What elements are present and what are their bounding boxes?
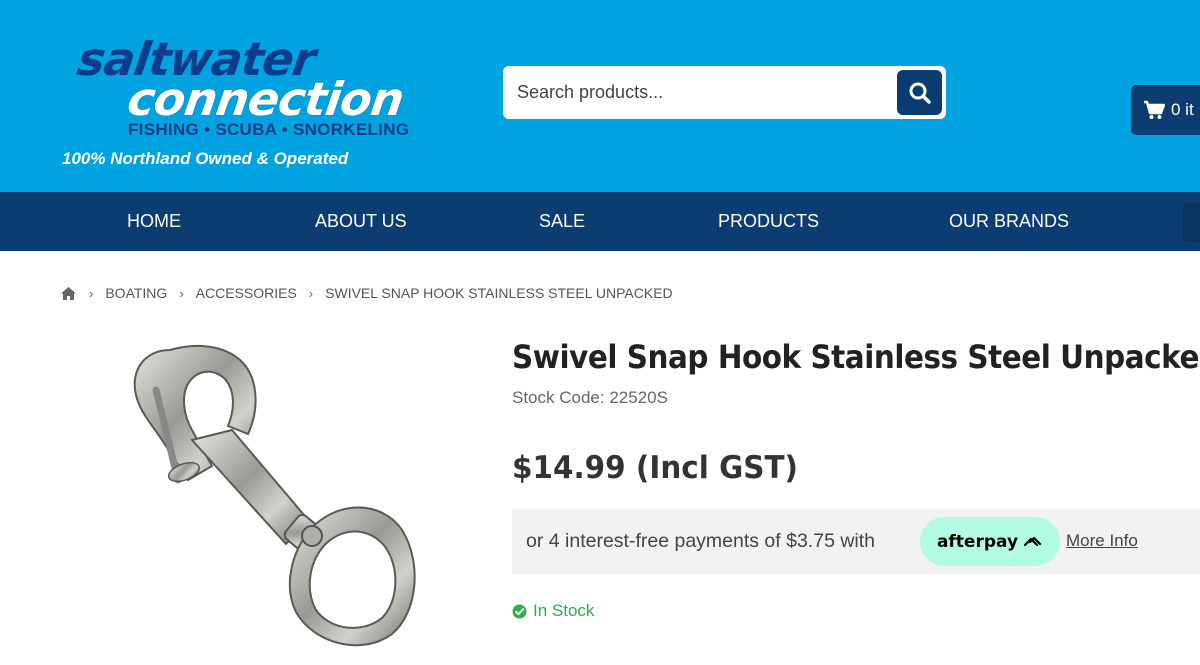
chevron-right-icon: › <box>179 285 184 301</box>
product-image[interactable] <box>100 330 460 660</box>
nav-item-sale[interactable]: SALE <box>539 192 585 251</box>
search-input[interactable] <box>503 66 893 119</box>
logo-line-2: connection <box>124 72 407 126</box>
nav-item-products[interactable]: PRODUCTS <box>718 192 819 251</box>
breadcrumb-current: SWIVEL SNAP HOOK STAINLESS STEEL UNPACKE… <box>325 285 673 301</box>
breadcrumb-accessories[interactable]: ACCESSORIES <box>196 285 297 301</box>
chevron-right-icon: › <box>308 285 314 301</box>
product-price: $14.99 (Incl GST) <box>512 450 799 486</box>
cart-icon <box>1144 100 1165 119</box>
snap-hook-image <box>133 344 416 647</box>
main-nav: HOME ABOUT US SALE PRODUCTS OUR BRANDS <box>0 192 1200 251</box>
stock-code: Stock Code: 22520S <box>512 388 668 407</box>
home-icon[interactable] <box>60 286 77 301</box>
site-header: saltwater connection FISHING • SCUBA • S… <box>0 0 1200 192</box>
nav-overflow-button[interactable] <box>1183 202 1200 242</box>
nav-item-about-us[interactable]: ABOUT US <box>315 192 407 251</box>
cart-button[interactable]: 0 it <box>1131 85 1200 135</box>
afterpay-badge-label: afterpay <box>936 531 1019 552</box>
check-circle-icon <box>512 604 527 618</box>
afterpay-text: or 4 interest-free payments of $3.75 wit… <box>526 530 876 552</box>
afterpay-box: or 4 interest-free payments of $3.75 wit… <box>512 509 1200 574</box>
more-info-link[interactable]: More Info <box>1066 531 1138 551</box>
breadcrumb: › BOATING › ACCESSORIES › SWIVEL SNAP HO… <box>60 284 673 302</box>
site-logo[interactable]: saltwater connection FISHING • SCUBA • S… <box>58 28 438 178</box>
search-button[interactable] <box>897 70 942 115</box>
nav-item-our-brands[interactable]: OUR BRANDS <box>949 192 1069 251</box>
logo-tagline: FISHING • SCUBA • SNORKELING <box>128 120 410 139</box>
search-bar <box>503 66 946 119</box>
breadcrumb-boating[interactable]: BOATING <box>105 285 167 301</box>
stock-status-label: In Stock <box>533 601 595 620</box>
logo-owned-text: 100% Northland Owned & Operated <box>62 149 349 168</box>
cart-label: 0 it <box>1171 100 1194 119</box>
search-icon <box>909 82 931 104</box>
afterpay-logo-icon <box>1023 536 1042 546</box>
afterpay-badge[interactable]: afterpay <box>920 517 1060 566</box>
chevron-right-icon: › <box>89 285 94 301</box>
product-title: Swivel Snap Hook Stainless Steel Unpacke… <box>512 338 1200 376</box>
stock-status: In Stock <box>512 601 594 621</box>
nav-item-home[interactable]: HOME <box>127 192 181 251</box>
